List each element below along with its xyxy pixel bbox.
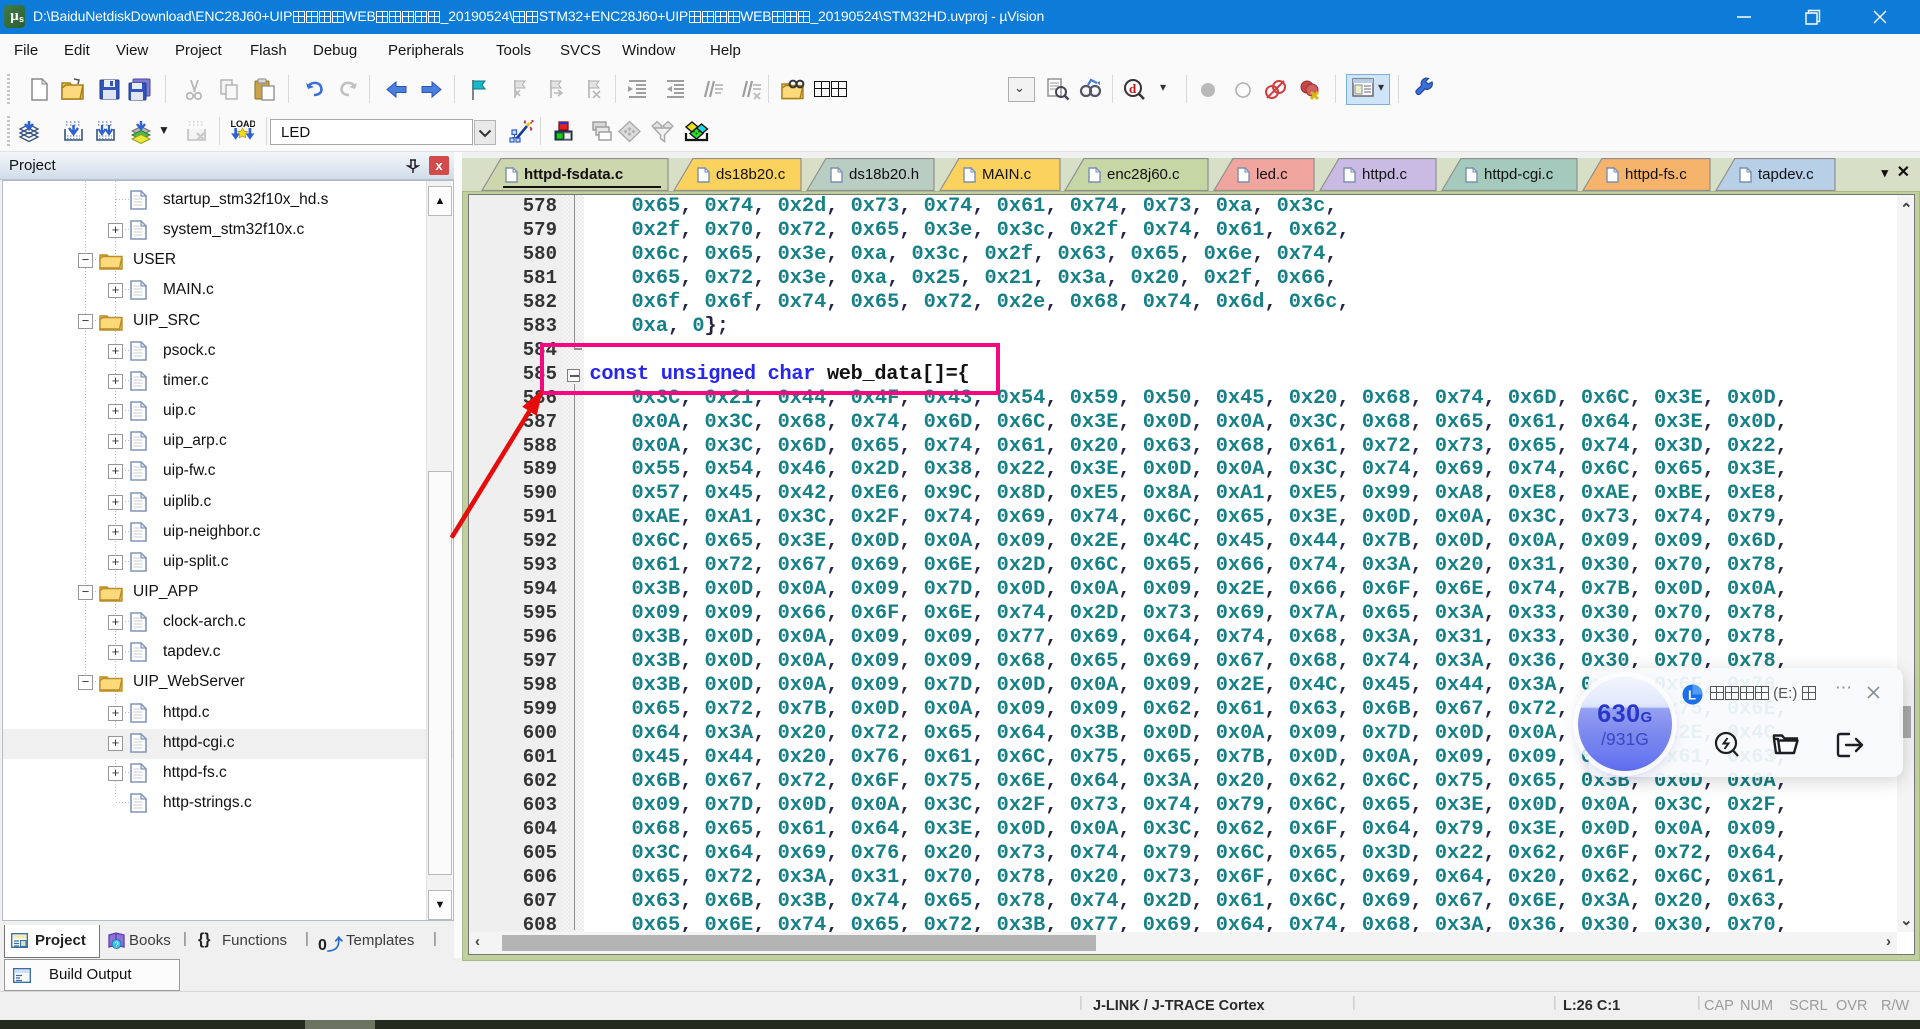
svg-text:d: d [1129,81,1137,96]
svg-text:LOAD: LOAD [231,119,256,129]
svg-text:L: L [1688,688,1696,703]
svg-text:?: ? [114,941,119,950]
